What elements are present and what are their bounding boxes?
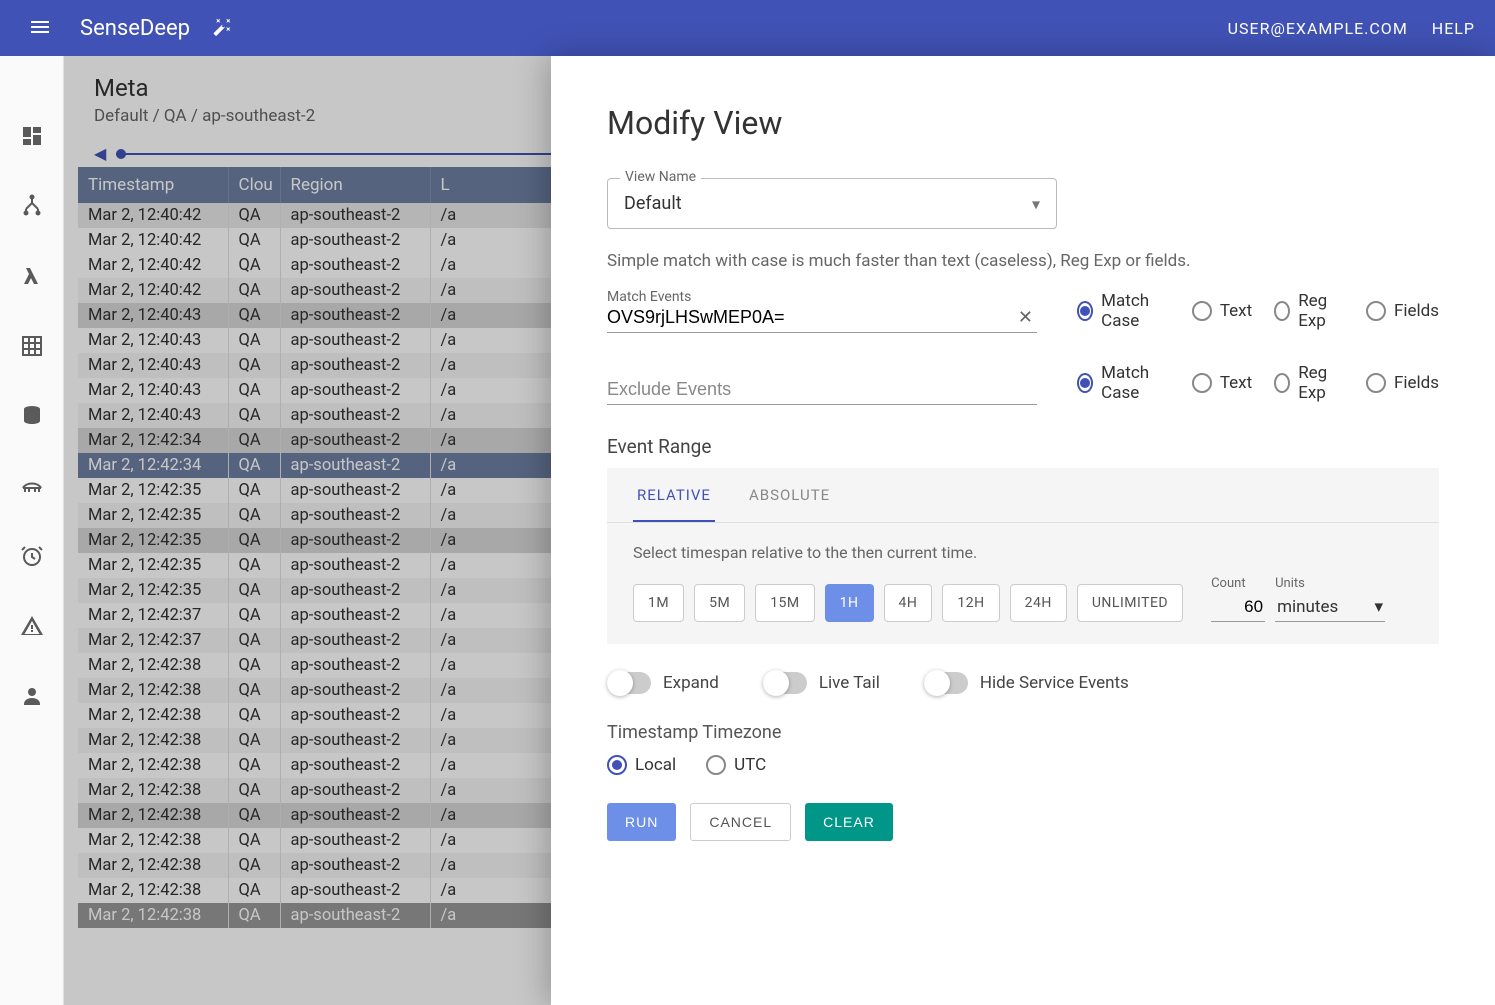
match-input[interactable] [607, 307, 1014, 328]
chevron-down-icon: ▾ [1375, 597, 1384, 617]
range-pill-1m[interactable]: 1M [633, 584, 684, 622]
event-range-title: Event Range [607, 435, 1439, 458]
warning-icon[interactable] [20, 614, 44, 638]
person-icon[interactable] [20, 684, 44, 708]
icon-rail [0, 56, 64, 1005]
tab-relative[interactable]: RELATIVE [633, 468, 715, 522]
lambda-icon[interactable] [20, 264, 44, 288]
toggle-expand[interactable]: Expand [607, 672, 719, 694]
range-pill-24h[interactable]: 24H [1010, 584, 1067, 622]
view-name-label: View Name [620, 169, 701, 185]
count-label: Count [1211, 576, 1265, 591]
range-pill-unlimited[interactable]: UNLIMITED [1077, 584, 1183, 622]
range-pill-1h[interactable]: 1H [825, 584, 874, 622]
run-button[interactable]: RUN [607, 803, 676, 841]
exclude-mode-text[interactable]: Text [1192, 373, 1252, 393]
match-mode-fields[interactable]: Fields [1366, 301, 1439, 321]
chevron-down-icon: ▾ [1032, 194, 1040, 213]
database-icon[interactable] [20, 404, 44, 428]
toggle-livetail[interactable]: Live Tail [763, 672, 880, 694]
range-pill-12h[interactable]: 12H [942, 584, 999, 622]
range-pill-15m[interactable]: 15M [755, 584, 814, 622]
units-select[interactable]: minutes▾ [1275, 593, 1385, 622]
match-mode-regexp[interactable]: Reg Exp [1274, 291, 1344, 331]
match-mode-group: Match Case Text Reg Exp Fields [1077, 291, 1439, 333]
tz-local[interactable]: Local [607, 755, 676, 775]
clear-button[interactable]: CLEAR [805, 803, 893, 841]
range-pill-4h[interactable]: 4H [884, 584, 933, 622]
cancel-button[interactable]: CANCEL [690, 803, 791, 841]
tab-absolute[interactable]: ABSOLUTE [745, 468, 834, 522]
exclude-input[interactable] [607, 379, 1037, 400]
tz-title: Timestamp Timezone [607, 722, 1439, 743]
bridge-icon[interactable] [20, 474, 44, 498]
exclude-mode-group: Match Case Text Reg Exp Fields [1077, 363, 1439, 405]
panel-title: Modify View [607, 104, 1439, 142]
clear-match-icon[interactable]: ✕ [1014, 307, 1037, 328]
range-pill-5m[interactable]: 5M [694, 584, 745, 622]
user-link[interactable]: USER@EXAMPLE.COM [1228, 19, 1408, 38]
event-range-box: RELATIVE ABSOLUTE Select timespan relati… [607, 468, 1439, 644]
hamburger-icon [28, 15, 52, 39]
exclude-mode-matchcase[interactable]: Match Case [1077, 363, 1170, 403]
view-name-value: Default [624, 193, 682, 214]
help-link[interactable]: HELP [1432, 19, 1475, 38]
exclude-mode-fields[interactable]: Fields [1366, 373, 1439, 393]
range-hint: Select timespan relative to the then cur… [607, 523, 1439, 576]
match-hint: Simple match with case is much faster th… [607, 251, 1439, 271]
exclude-mode-regexp[interactable]: Reg Exp [1274, 363, 1344, 403]
app-header: SenseDeep USER@EXAMPLE.COM HELP [0, 0, 1495, 56]
alarm-icon[interactable] [20, 544, 44, 568]
dashboard-icon[interactable] [20, 124, 44, 148]
modify-view-panel: Modify View View Name Default ▾ Simple m… [551, 56, 1495, 1005]
app-logo: SenseDeep [80, 16, 190, 41]
wand-icon [212, 17, 232, 37]
grid-icon[interactable] [20, 334, 44, 358]
view-name-select[interactable]: View Name Default ▾ [607, 178, 1057, 229]
units-label: Units [1275, 576, 1385, 591]
tz-utc[interactable]: UTC [706, 755, 766, 775]
wand-button[interactable] [208, 13, 236, 44]
match-label: Match Events [607, 289, 1037, 305]
match-mode-text[interactable]: Text [1192, 301, 1252, 321]
hierarchy-icon[interactable] [20, 194, 44, 218]
match-mode-matchcase[interactable]: Match Case [1077, 291, 1170, 331]
count-input[interactable] [1211, 593, 1265, 622]
menu-button[interactable] [20, 7, 60, 50]
toggle-hideservice[interactable]: Hide Service Events [924, 672, 1129, 694]
